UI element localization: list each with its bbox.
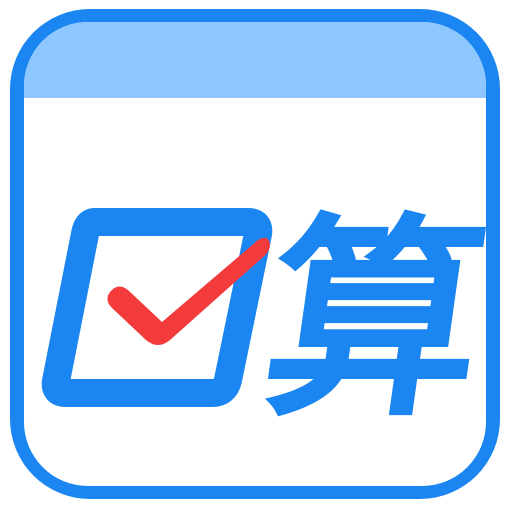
app-icon-graphic: 算 bbox=[10, 9, 500, 499]
icon-header-band bbox=[24, 22, 486, 98]
app-glyph: 算 bbox=[250, 195, 500, 446]
app-icon[interactable]: 算 bbox=[0, 0, 512, 512]
